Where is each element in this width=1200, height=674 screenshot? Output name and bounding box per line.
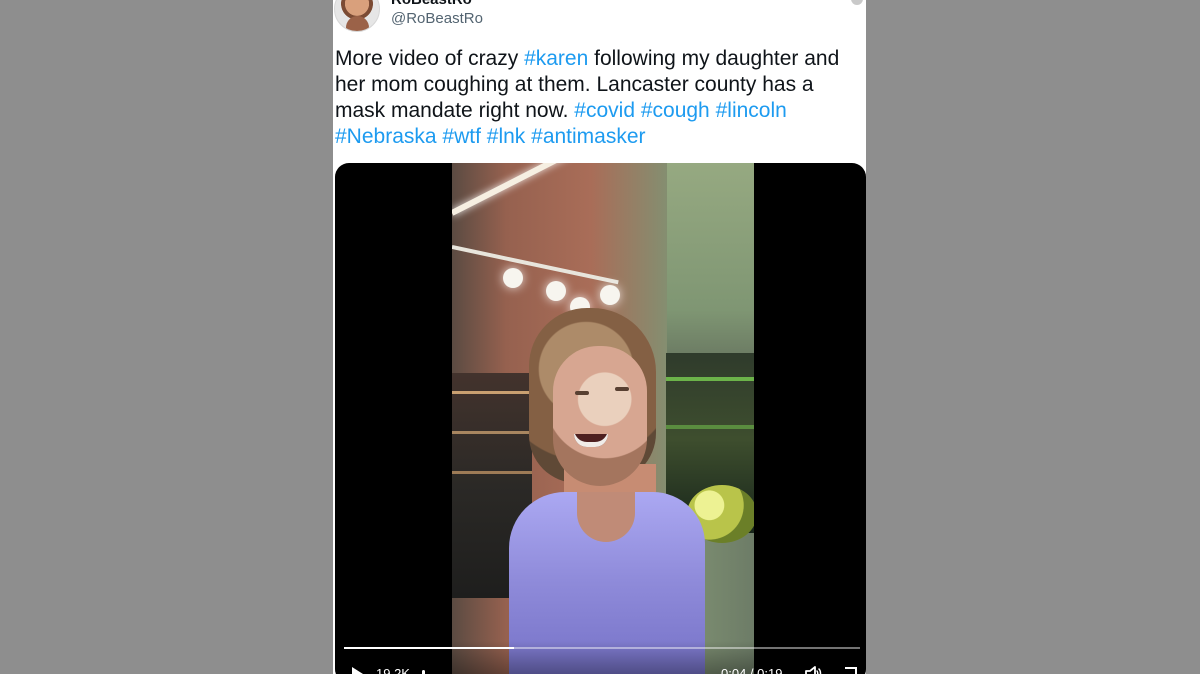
video-time: 0:04 / 0:19: [721, 666, 783, 674]
view-count-separator-icon: [422, 670, 425, 674]
video-player[interactable]: 19.2K 0:04 / 0:19: [335, 163, 866, 674]
user-handle[interactable]: @RoBeastRo: [391, 10, 483, 27]
hashtag-link[interactable]: #cough: [641, 99, 710, 122]
volume-icon[interactable]: [805, 665, 822, 674]
display-name[interactable]: RoBeastRo: [391, 0, 472, 8]
woman-in-video: [509, 308, 705, 674]
play-icon[interactable]: [352, 667, 363, 674]
fullscreen-icon[interactable]: [845, 667, 857, 674]
tweet-text-segment: More video of crazy: [335, 47, 525, 70]
video-progress-track[interactable]: [344, 647, 860, 649]
tweet-options-icon[interactable]: [851, 0, 863, 5]
spotlight-4: [600, 285, 620, 305]
hashtag-link[interactable]: #Nebraska: [335, 125, 437, 148]
hashtag-link[interactable]: #covid: [574, 99, 635, 122]
hashtag-link[interactable]: #lincoln: [716, 99, 787, 122]
video-controls: 19.2K 0:04 / 0:19: [335, 641, 866, 674]
ceiling-light: [452, 163, 600, 216]
view-count: 19.2K: [376, 666, 410, 674]
spotlight-1: [503, 268, 523, 288]
spotlight-2: [546, 281, 566, 301]
hashtag-link[interactable]: #lnk: [487, 125, 526, 148]
hashtag-link[interactable]: #antimasker: [531, 125, 645, 148]
hashtag-link[interactable]: #wtf: [442, 125, 481, 148]
avatar[interactable]: [334, 0, 380, 32]
face: [553, 346, 647, 486]
tweet-text: More video of crazy #karen following my …: [335, 46, 863, 150]
tweet-card: RoBeastRo @RoBeastRo More video of crazy…: [333, 0, 866, 674]
screenshot-canvas: RoBeastRo @RoBeastRo More video of crazy…: [0, 0, 1200, 674]
video-frame[interactable]: [452, 163, 754, 674]
video-progress-fill: [344, 647, 515, 649]
track-light-rail: [452, 245, 619, 285]
hashtag-link[interactable]: #karen: [524, 47, 588, 70]
